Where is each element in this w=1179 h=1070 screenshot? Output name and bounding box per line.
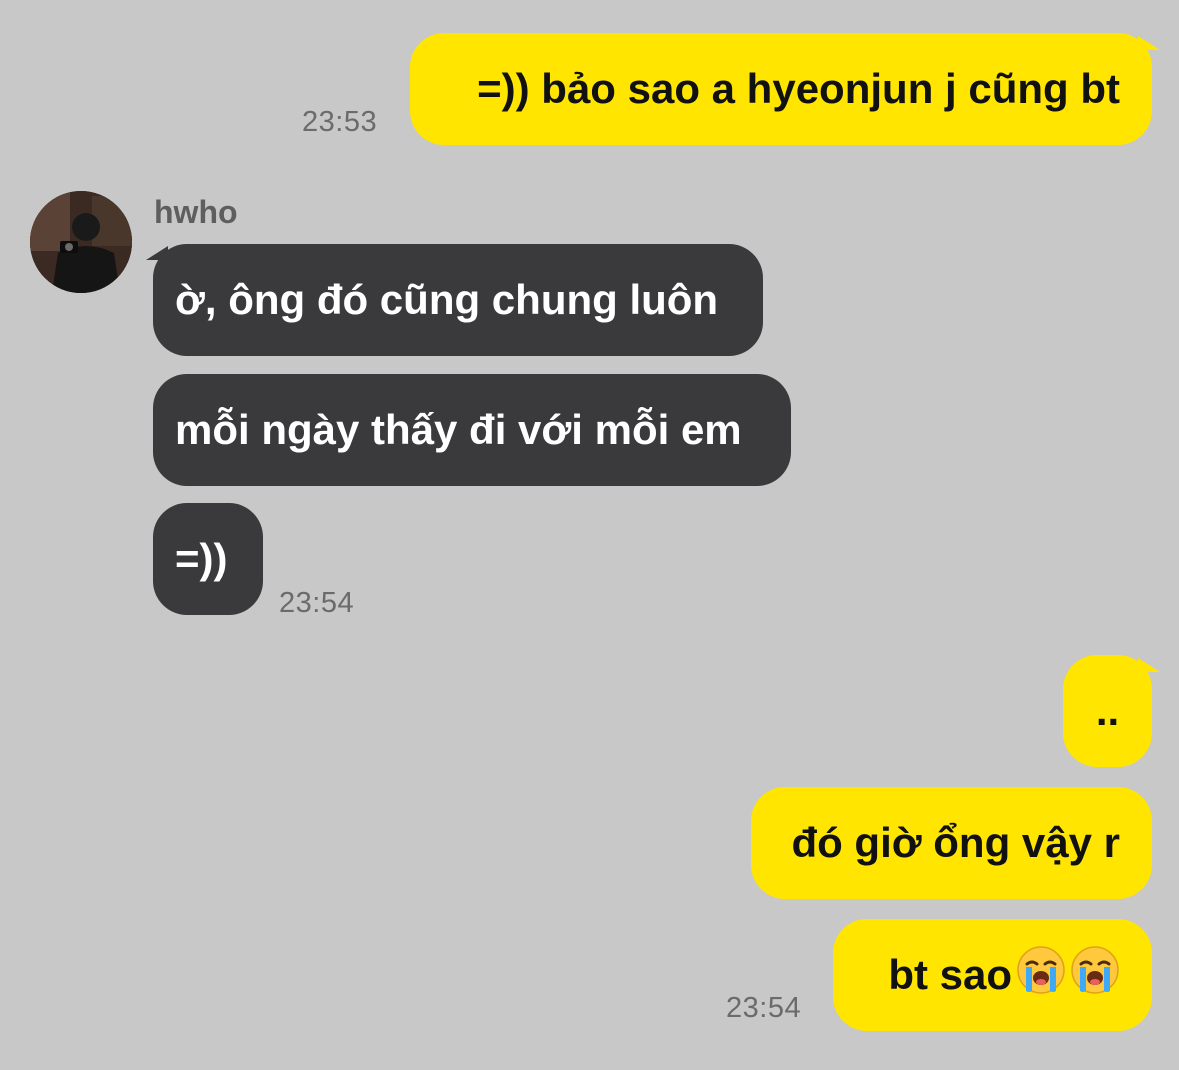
message-text: =)) bbox=[175, 535, 228, 582]
message-text: đó giờ ổng vậy r bbox=[791, 819, 1120, 866]
message-text: mỗi ngày thấy đi với mỗi em bbox=[175, 406, 742, 453]
message-bubble-incoming[interactable]: =)) bbox=[153, 503, 263, 615]
sender-name: hwho bbox=[154, 194, 238, 230]
message-timestamp: 23:54 bbox=[726, 992, 802, 1024]
loudly-crying-face-icon bbox=[1016, 945, 1066, 1005]
loudly-crying-face-icon bbox=[1070, 945, 1120, 1005]
message-timestamp: 23:54 bbox=[279, 587, 355, 619]
message-text: =)) bảo sao a hyeonjun j cũng bt bbox=[477, 65, 1120, 112]
message-text: bt sao bbox=[888, 951, 1012, 998]
message-bubble-outgoing[interactable]: đó giờ ổng vậy r bbox=[751, 787, 1152, 899]
message-bubble-incoming[interactable]: ờ, ông đó cũng chung luôn bbox=[153, 244, 763, 356]
contact-avatar[interactable] bbox=[30, 191, 132, 293]
message-bubble-outgoing[interactable]: bt sao bbox=[833, 919, 1152, 1031]
message-bubble-outgoing[interactable]: =)) bảo sao a hyeonjun j cũng bt bbox=[410, 33, 1152, 145]
message-bubble-incoming[interactable]: mỗi ngày thấy đi với mỗi em bbox=[153, 374, 791, 486]
profile-photo-icon bbox=[30, 191, 132, 293]
message-bubble-outgoing[interactable]: .. bbox=[1063, 655, 1152, 767]
message-timestamp: 23:53 bbox=[302, 106, 378, 138]
message-text: ờ, ông đó cũng chung luôn bbox=[175, 276, 719, 323]
message-text: .. bbox=[1095, 687, 1120, 734]
